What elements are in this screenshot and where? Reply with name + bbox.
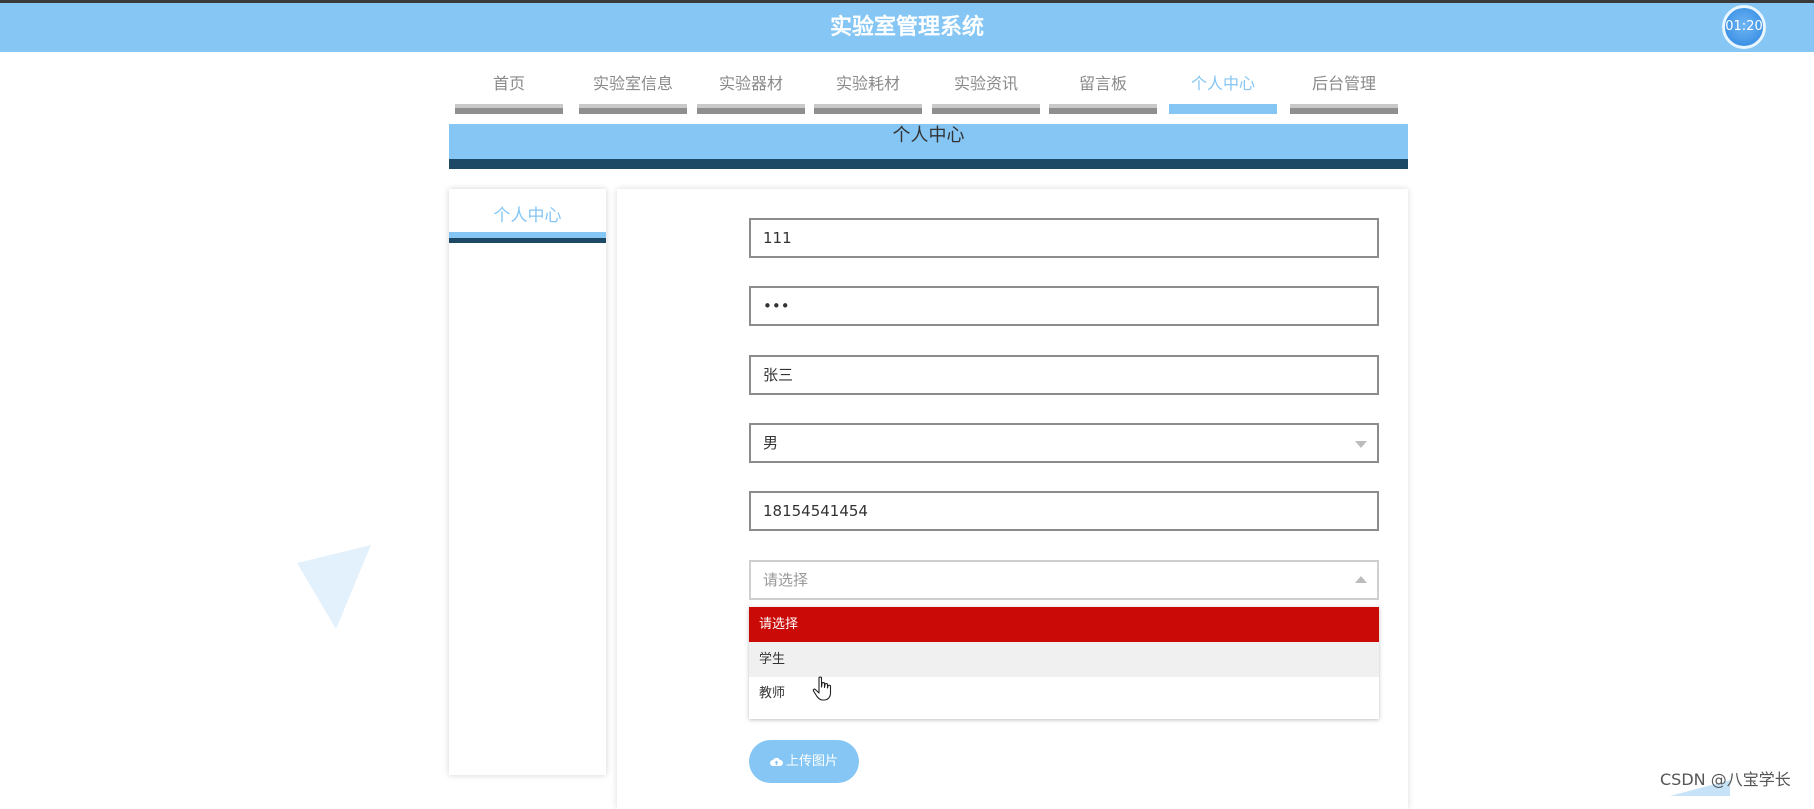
nav-item-label: 个人中心 (1190, 74, 1255, 93)
decorative-triangle (297, 545, 371, 629)
nav-item-label: 首页 (492, 74, 525, 93)
sidebar-item-personal-center[interactable]: 个人中心 (449, 201, 606, 226)
form-row-name: 姓名 张三 (617, 355, 1408, 395)
type-dropdown-menu: 请选择 学生 教师 (749, 607, 1379, 719)
cloud-upload-icon (769, 757, 783, 766)
dropdown-option-student[interactable]: 学生 (749, 642, 1379, 677)
name-field[interactable]: 张三 (749, 355, 1379, 395)
form-row-type: 类型 请选择 (617, 560, 1408, 600)
caret-down-icon (1355, 441, 1367, 448)
main-nav: 首页 实验室信息 实验器材 实验耗材 实验资讯 留言板 个人中心 后台管理 (455, 70, 1405, 115)
nav-item-bar (1169, 104, 1277, 114)
nav-item-equipment[interactable]: 实验器材 (697, 70, 805, 115)
nav-item-bar (579, 104, 687, 114)
sidebar-active-bar (449, 232, 606, 243)
header: 实验室管理系统 01:20 (0, 3, 1814, 52)
nav-item-home[interactable]: 首页 (455, 70, 563, 115)
type-select-placeholder: 请选择 (763, 571, 809, 589)
nav-item-personal-center[interactable]: 个人中心 (1169, 70, 1277, 115)
nav-item-bar (1290, 104, 1398, 114)
form-row-password: 密码 ••• (617, 286, 1408, 326)
banner-underline (449, 159, 1408, 169)
upload-button-label: 上传图片 (785, 754, 838, 769)
form-row-gender: 性别 男 (617, 423, 1408, 463)
section-banner: 个人中心 (449, 124, 1408, 169)
nav-item-label: 留言板 (1078, 74, 1127, 93)
nav-item-bar (932, 104, 1040, 114)
hand-pointer-icon (812, 676, 832, 701)
nav-item-news[interactable]: 实验资讯 (932, 70, 1040, 115)
nav-item-lab-info[interactable]: 实验室信息 (579, 70, 687, 115)
nav-item-message-board[interactable]: 留言板 (1049, 70, 1157, 115)
nav-item-label: 实验室信息 (592, 74, 673, 93)
nav-item-bar (814, 104, 922, 114)
nav-item-consumables[interactable]: 实验耗材 (814, 70, 922, 115)
type-select[interactable]: 请选择 (749, 560, 1379, 600)
csdn-watermark: CSDN @八宝学长 (1660, 770, 1791, 789)
nav-item-label: 实验资讯 (953, 74, 1018, 93)
nav-item-label: 实验耗材 (835, 74, 900, 93)
phone-field[interactable]: 18154541454 (749, 491, 1379, 531)
nav-item-admin[interactable]: 后台管理 (1290, 70, 1398, 115)
account-field[interactable]: 111 (749, 218, 1379, 258)
nav-item-label: 实验器材 (718, 74, 783, 93)
caret-up-icon (1355, 576, 1367, 583)
timer-badge: 01:20 (1722, 5, 1766, 49)
nav-item-bar (1049, 104, 1157, 114)
form-row-account: 账号 111 (617, 218, 1408, 258)
sidebar: 个人中心 (449, 189, 606, 775)
dropdown-option-teacher[interactable]: 教师 (749, 676, 1379, 711)
nav-item-bar (697, 104, 805, 114)
nav-item-bar (455, 104, 563, 114)
gender-select[interactable]: 男 (749, 423, 1379, 463)
nav-item-label: 后台管理 (1311, 74, 1376, 93)
form-row-phone: 手机 18154541454 (617, 491, 1408, 531)
gender-select-value: 男 (763, 434, 779, 452)
app-title: 实验室管理系统 (829, 15, 984, 40)
dropdown-option-placeholder[interactable]: 请选择 (749, 607, 1379, 642)
password-field[interactable]: ••• (749, 286, 1379, 326)
upload-image-button[interactable]: 上传图片 (749, 740, 859, 783)
banner-title: 个人中心 (892, 125, 965, 146)
